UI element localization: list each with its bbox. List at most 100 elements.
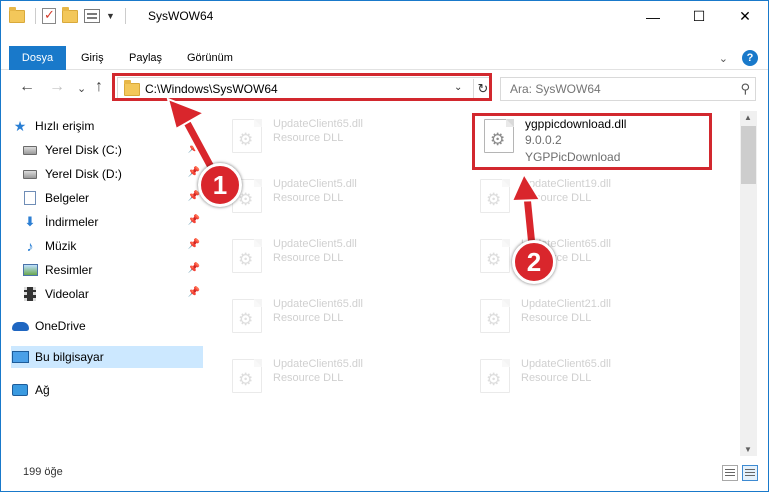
file-name: ygppicdownload.dll — [525, 117, 627, 131]
pictures-icon — [21, 264, 39, 276]
view-switcher — [722, 465, 758, 481]
properties-icon[interactable] — [84, 9, 100, 23]
file-item[interactable]: ⚙ UpdateClient5.dll Resource DLL — [224, 233, 464, 281]
pin-icon[interactable]: 📌 — [188, 143, 200, 154]
search-icon[interactable]: ⚲ — [740, 81, 750, 97]
address-path[interactable]: C:\Windows\SysWOW64 — [145, 82, 278, 96]
pin-icon[interactable]: 📌 — [188, 287, 200, 298]
search-box[interactable]: ⚲ — [500, 77, 756, 101]
file-item[interactable]: ⚙ UpdateClient65.dll Resource DLL — [472, 233, 712, 281]
step-1-badge: 1 — [198, 163, 242, 207]
new-folder-icon[interactable] — [62, 6, 78, 23]
file-item[interactable]: ⚙ UpdateClient65.dll Resource DLL — [224, 293, 464, 341]
pin-icon[interactable]: 📌 — [188, 239, 200, 250]
address-bar[interactable]: C:\Windows\SysWOW64 ⌄ ↻ — [117, 77, 492, 101]
vertical-scrollbar[interactable]: ▲ ▼ — [740, 111, 757, 456]
sidebar-item-videos[interactable]: Videolar 📌 — [21, 283, 203, 305]
sidebar-item-label: Videolar — [45, 287, 89, 301]
ribbon-tabs: Dosya Giriş Paylaş Görünüm ⌄ ? — [1, 46, 768, 70]
expand-ribbon-chevron-icon[interactable]: ⌄ — [719, 52, 728, 65]
file-item[interactable]: ⚙ UpdateClient21.dll Resource DLL — [472, 293, 712, 341]
file-type: Resource DLL — [521, 312, 592, 324]
dll-file-icon: ⚙ — [232, 299, 262, 333]
file-name: UpdateClient19.dll — [521, 178, 611, 190]
navigation-pane: ★ Hızlı erişim Yerel Disk (C:) 📌 Yerel D… — [1, 111, 206, 456]
sidebar-item-local-disk-c[interactable]: Yerel Disk (C:) 📌 — [21, 139, 203, 161]
sidebar-item-this-pc[interactable]: Bu bilgisayar — [11, 346, 203, 368]
network-icon — [11, 384, 29, 396]
quick-access-toolbar: ▼ — [9, 6, 126, 24]
window-controls: — ☐ ✕ — [630, 1, 768, 32]
gear-icon: ⚙ — [486, 250, 502, 269]
gear-icon: ⚙ — [486, 190, 502, 209]
dll-file-icon: ⚙ — [232, 359, 262, 393]
scroll-up-arrow-icon[interactable]: ▲ — [744, 113, 752, 122]
star-icon: ★ — [13, 117, 27, 134]
refresh-button[interactable]: ↻ — [473, 79, 492, 99]
toolbar-separator — [35, 8, 36, 24]
folder-icon — [9, 6, 25, 23]
onedrive-icon — [11, 321, 29, 331]
file-item[interactable]: ⚙ UpdateClient5.dll Resource DLL — [224, 173, 464, 221]
properties-check-icon[interactable] — [42, 7, 56, 24]
search-input[interactable] — [501, 78, 731, 100]
gear-icon: ⚙ — [490, 130, 506, 149]
dll-file-icon: ⚙ — [480, 179, 510, 213]
sidebar-item-label: Yerel Disk (D:) — [45, 167, 122, 181]
tab-home[interactable]: Giriş — [81, 46, 104, 70]
sidebar-item-music[interactable]: ♪ Müzik 📌 — [21, 235, 203, 257]
pin-icon[interactable]: 📌 — [188, 191, 200, 202]
drive-icon — [21, 169, 39, 179]
sidebar-item-label: Ağ — [35, 383, 50, 397]
sidebar-item-label: OneDrive — [35, 319, 86, 333]
recent-locations-chevron-icon[interactable]: ⌄ — [77, 82, 86, 95]
step-2-badge: 2 — [512, 240, 556, 284]
sidebar-item-quick-access[interactable]: ★ Hızlı erişim — [11, 115, 203, 137]
file-item[interactable]: ⚙ UpdateClient65.dll Resource DLL — [472, 353, 712, 401]
sidebar-item-onedrive[interactable]: OneDrive — [11, 315, 203, 337]
tab-file[interactable]: Dosya — [9, 46, 66, 70]
help-icon[interactable]: ? — [742, 50, 758, 66]
scrollbar-thumb[interactable] — [741, 126, 756, 184]
file-name: UpdateClient65.dll — [273, 358, 363, 370]
address-dropdown-chevron-icon[interactable]: ⌄ — [454, 82, 462, 93]
sidebar-item-network[interactable]: Ağ — [11, 379, 203, 401]
up-button[interactable]: ↑ — [95, 78, 103, 96]
file-item-ygppicdownload[interactable]: ⚙ ygppicdownload.dll 9.0.0.2 YGPPicDownl… — [476, 113, 716, 164]
sidebar-item-downloads[interactable]: ⬇ İndirmeler 📌 — [21, 211, 203, 233]
gear-icon: ⚙ — [238, 130, 254, 149]
scroll-down-arrow-icon[interactable]: ▼ — [744, 445, 752, 454]
gear-icon: ⚙ — [486, 310, 502, 329]
forward-button[interactable]: → — [49, 78, 65, 96]
dll-file-icon: ⚙ — [484, 119, 514, 153]
tab-share[interactable]: Paylaş — [129, 46, 162, 70]
tiles-view-icon[interactable] — [742, 465, 758, 481]
navigation-bar: ← → ⌄ ↑ C:\Windows\SysWOW64 ⌄ ↻ ⚲ — [1, 73, 768, 105]
file-type: Resource DLL — [273, 252, 344, 264]
sidebar-item-documents[interactable]: Belgeler 📌 — [21, 187, 203, 209]
file-item[interactable]: ⚙ UpdateClient19.dll Resource DLL — [472, 173, 712, 221]
maximize-button[interactable]: ☐ — [676, 1, 722, 32]
computer-icon — [11, 351, 29, 363]
pin-icon[interactable]: 📌 — [188, 263, 200, 274]
sidebar-item-local-disk-d[interactable]: Yerel Disk (D:) 📌 — [21, 163, 203, 185]
file-name: UpdateClient5.dll — [273, 178, 357, 190]
details-view-icon[interactable] — [722, 465, 738, 481]
sidebar-item-pictures[interactable]: Resimler 📌 — [21, 259, 203, 281]
close-button[interactable]: ✕ — [722, 1, 768, 32]
dll-file-icon: ⚙ — [232, 119, 262, 153]
toolbar-separator — [124, 8, 126, 24]
back-button[interactable]: ← — [19, 78, 35, 96]
file-name: UpdateClient65.dll — [521, 358, 611, 370]
customize-toolbar-arrow-icon[interactable]: ▼ — [106, 11, 115, 21]
pin-icon[interactable]: 📌 — [188, 215, 200, 226]
file-item[interactable]: ⚙ UpdateClient65.dll Resource DLL — [224, 353, 464, 401]
minimize-button[interactable]: — — [630, 1, 676, 32]
file-name: UpdateClient5.dll — [273, 238, 357, 250]
sidebar-item-label: İndirmeler — [45, 215, 99, 229]
tab-view[interactable]: Görünüm — [187, 46, 233, 70]
dll-file-icon: ⚙ — [480, 359, 510, 393]
status-bar: 199 öğe — [1, 461, 768, 485]
file-item[interactable]: ⚙ UpdateClient65.dll Resource DLL — [224, 113, 464, 161]
pin-icon[interactable]: 📌 — [188, 167, 200, 178]
